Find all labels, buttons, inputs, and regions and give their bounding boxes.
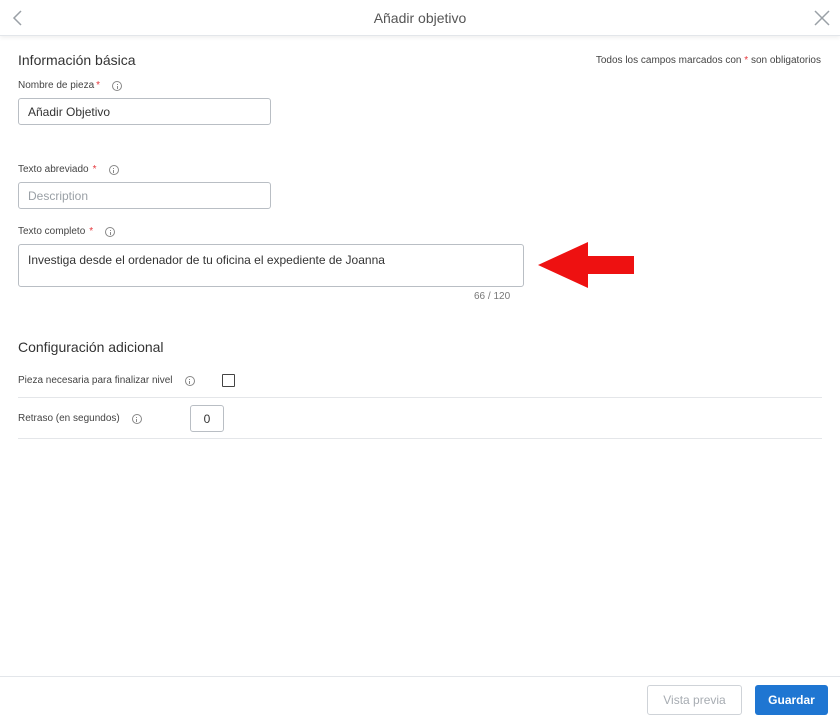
info-icon[interactable]	[184, 375, 195, 386]
basic-info-title: Información básica	[18, 52, 136, 68]
divider	[18, 397, 822, 398]
modal-header: Añadir objetivo	[0, 0, 840, 36]
delay-label: Retraso (en segundos)	[18, 413, 142, 424]
required-star: *	[89, 226, 94, 237]
modal-title: Añadir objetivo	[373, 10, 467, 26]
required-note-prefix: Todos los campos marcados con	[595, 55, 742, 66]
character-counter: 66 / 120	[474, 291, 511, 302]
piece-name-label: Nombre de pieza *	[18, 80, 123, 91]
additional-config-title: Configuración adicional	[18, 339, 164, 355]
preview-button[interactable]: Vista previa	[647, 685, 742, 715]
info-icon[interactable]	[131, 413, 142, 424]
piece-name-label-text: Nombre de pieza	[18, 80, 95, 91]
delay-label-text: Retraso (en segundos)	[18, 413, 120, 424]
short-text-label: Texto abreviado *	[18, 164, 119, 175]
full-text-label: Texto completo *	[18, 226, 116, 237]
info-icon[interactable]	[112, 80, 123, 91]
full-text-label-text: Texto completo	[18, 226, 86, 237]
required-piece-label: Pieza necesaria para finalizar nivel	[18, 375, 195, 386]
close-icon[interactable]	[812, 8, 832, 28]
info-icon[interactable]	[105, 226, 116, 237]
save-button[interactable]: Guardar	[755, 685, 828, 715]
piece-name-input[interactable]	[18, 98, 271, 125]
required-star: *	[744, 55, 749, 66]
short-text-input[interactable]	[18, 182, 271, 209]
required-star: *	[92, 164, 97, 175]
required-piece-label-text: Pieza necesaria para finalizar nivel	[18, 375, 173, 386]
required-fields-note: Todos los campos marcados con * son obli…	[596, 55, 821, 66]
required-note-suffix: son obligatorios	[750, 55, 821, 66]
info-icon[interactable]	[108, 164, 119, 175]
divider	[18, 438, 822, 439]
full-text-textarea[interactable]: Investiga desde el ordenador de tu ofici…	[18, 244, 524, 287]
required-star: *	[96, 80, 101, 91]
required-piece-checkbox[interactable]	[222, 374, 235, 387]
delay-input[interactable]	[190, 405, 224, 432]
red-arrow-left-icon	[538, 242, 634, 288]
short-text-label-text: Texto abreviado	[18, 164, 89, 175]
